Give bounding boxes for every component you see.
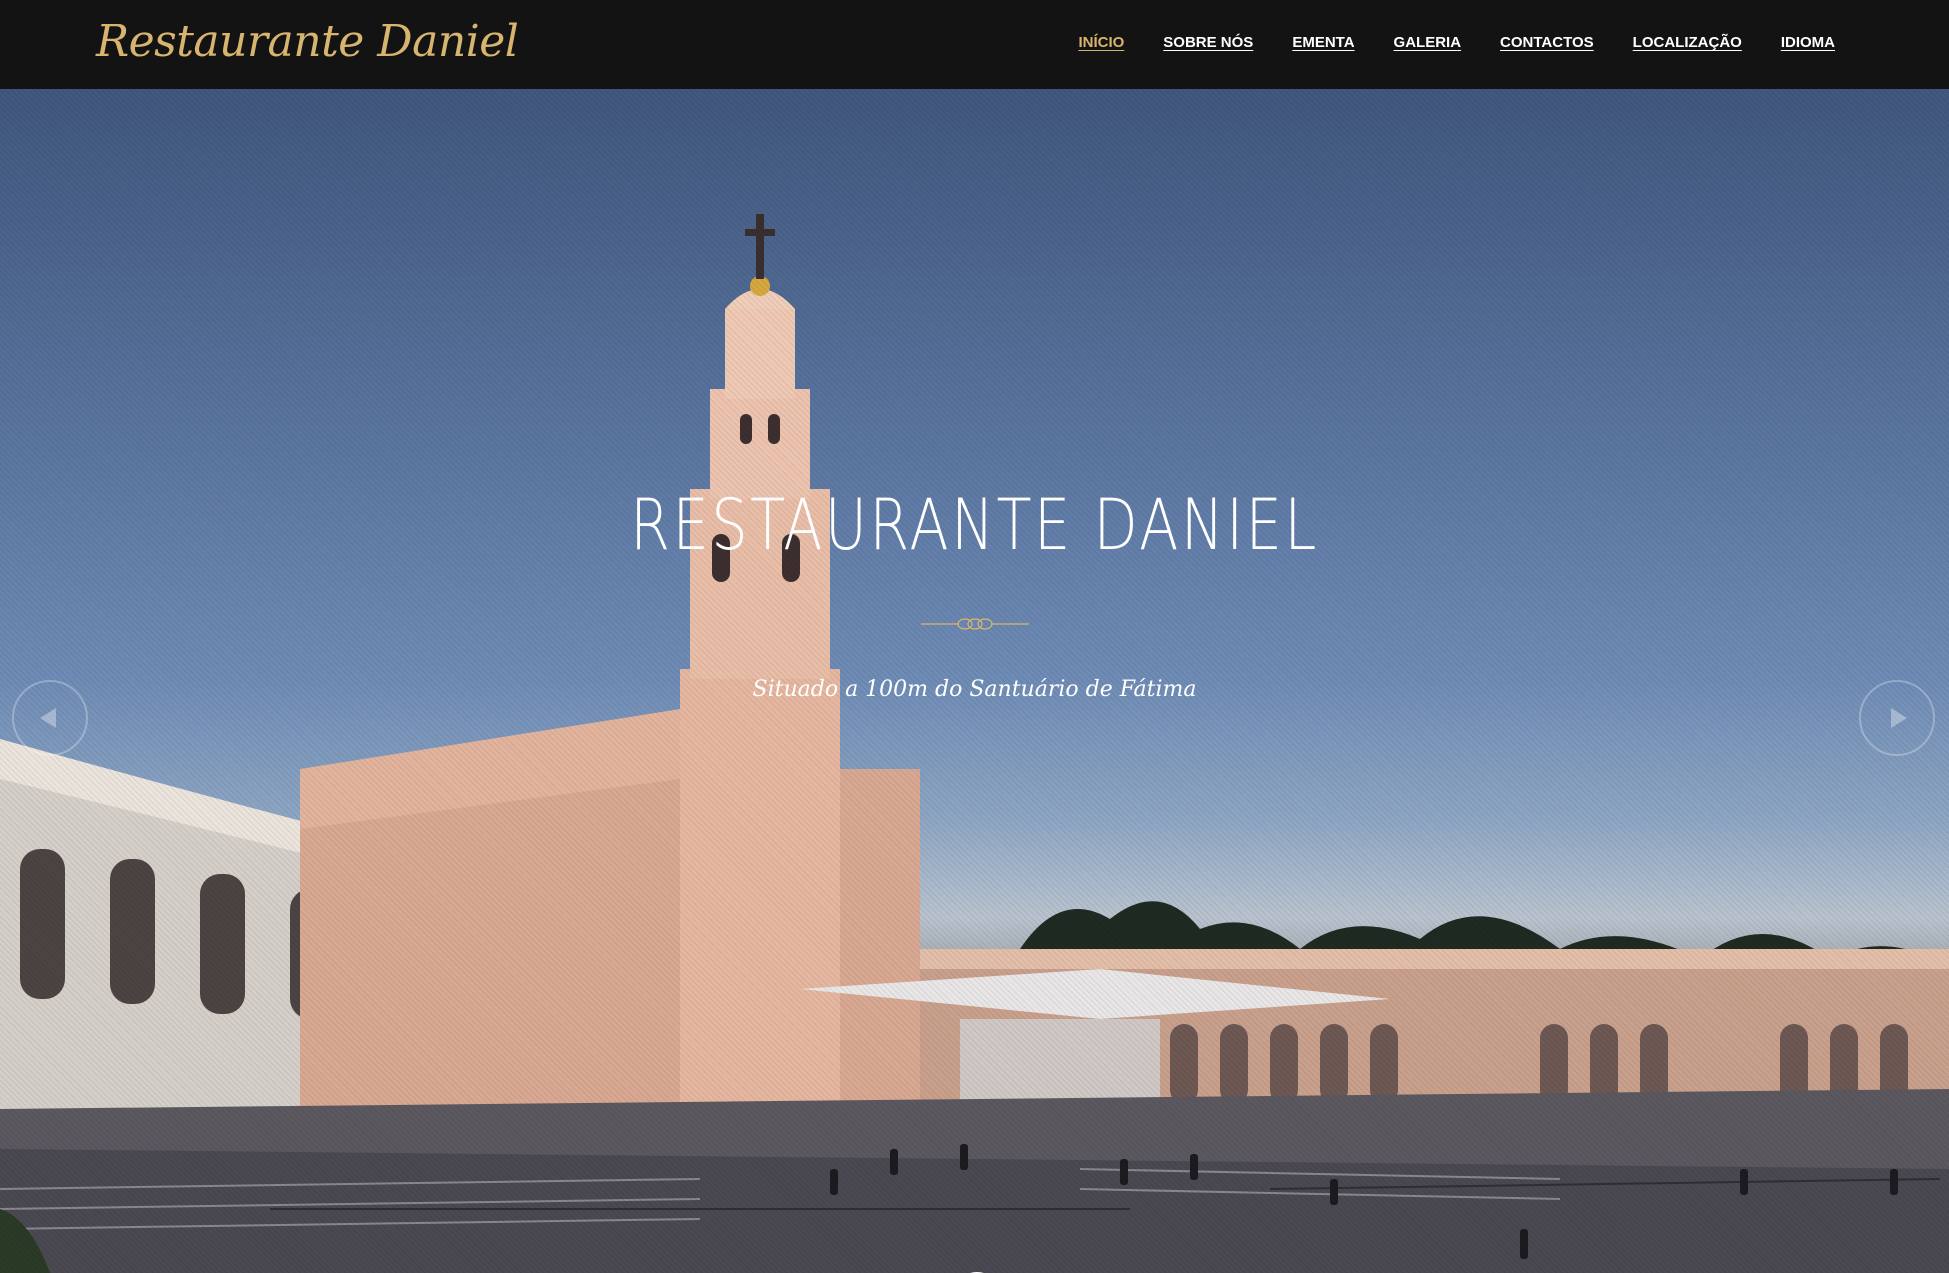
nav-item-contactos[interactable]: CONTACTOS [1500, 34, 1594, 51]
hero-subtitle: Situado a 100m do Santuário de Fátima [752, 677, 1197, 702]
nav-item-galeria[interactable]: GALERIA [1394, 34, 1462, 51]
hero-title: RESTAURANTE DANIEL [630, 484, 1319, 566]
brand-logo[interactable]: Restaurante Daniel [96, 16, 519, 67]
nav-item-inicio[interactable]: INÍCIO [1078, 34, 1124, 51]
nav-item-localizacao[interactable]: LOCALIZAÇÃO [1633, 34, 1742, 51]
chevron-left-icon [40, 708, 56, 728]
ornament-divider-icon [921, 618, 1029, 630]
nav-item-sobre-nos[interactable]: SOBRE NÓS [1163, 34, 1253, 51]
nav-item-ementa[interactable]: EMENTA [1292, 34, 1354, 51]
hero-slider: RESTAURANTE DANIEL Situado a 100m do San… [0, 89, 1949, 1273]
nav-item-idioma[interactable]: IDIOMA [1781, 34, 1835, 51]
slider-prev-button[interactable] [12, 680, 88, 756]
navbar: Restaurante Daniel INÍCIO SOBRE NÓS EMEN… [0, 0, 1949, 89]
nav-menu: INÍCIO SOBRE NÓS EMENTA GALERIA CONTACTO… [1039, 34, 1835, 51]
chevron-right-icon [1891, 708, 1907, 728]
slider-next-button[interactable] [1859, 680, 1935, 756]
